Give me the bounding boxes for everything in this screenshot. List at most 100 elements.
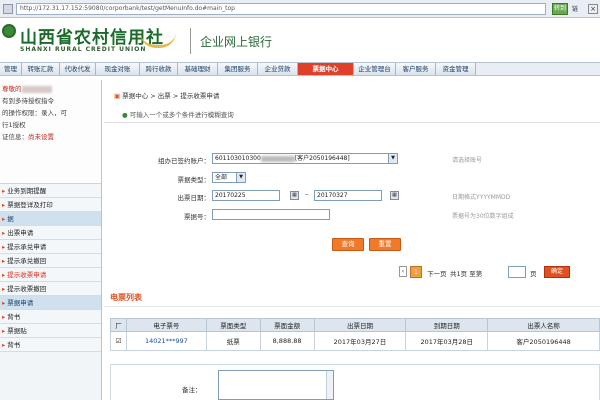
main-nav: 管理 转账汇款 代收代发 现金对账 跨行收款 基础理财 集团服务 企业贷款 票据中心 企业管理台客… xyxy=(0,62,600,76)
user-info-line: 的操作权限：录入，可 xyxy=(2,107,99,119)
chevron-right-icon: ▸ xyxy=(2,187,6,195)
date-to-input[interactable]: 20170327 xyxy=(314,190,382,201)
sidebar-menu-item[interactable]: ▸ 票据申请 xyxy=(0,296,101,310)
table-header-cell: 票面金额 xyxy=(259,318,315,332)
sidebar-menu-label: 票据贴 xyxy=(7,327,27,335)
sidebar-menu-item[interactable]: ▸ 票据贴 xyxy=(0,324,101,338)
user-info-text: 尊敬的 xyxy=(2,85,22,93)
billno-input[interactable] xyxy=(212,209,330,220)
nav-tab-2[interactable]: 代收代发 xyxy=(60,63,96,75)
nav-tab-9[interactable]: 企业管理台 xyxy=(354,63,396,75)
sidebar-menu: ▸ 业务到期提醒 ▸ 票据登详及打印 ▸ 据 ▸ 出票申请 ▸ 提示承兑申请 ▸ 提示承兑撤回 ▸ 提示收… xyxy=(0,184,101,352)
user-info-text: 的操作权限：录入，可 xyxy=(2,109,67,117)
page-unit: 页 xyxy=(530,270,537,278)
chevron-right-icon: ▸ xyxy=(2,341,6,349)
date-from-input[interactable]: 20170225 xyxy=(212,190,280,201)
table-row[interactable]: ☑ 14021***997 纸票 8,888.88 2017年03月27日 2017年03… xyxy=(110,331,600,351)
date-hint: 日期格式YYYYMMDD xyxy=(452,194,511,201)
sidebar-menu-item[interactable]: ▸ 出票申请 xyxy=(0,226,101,240)
table-header-cell[interactable]: 厂 xyxy=(110,318,127,332)
sidebar: 尊敬的 有到多待授权指令 的操作权限：录入，可 行1授权 证信息：尚未设置 ▸ 业务到期提… xyxy=(0,80,102,400)
sidebar-menu-item[interactable]: ▸ 提示收票申请 xyxy=(0,268,101,282)
chevron-down-icon[interactable]: ▼ xyxy=(388,154,397,163)
calendar-icon[interactable]: ▦ xyxy=(290,191,299,200)
next-page-link[interactable]: 下一页 xyxy=(427,268,447,278)
sidebar-menu-item[interactable]: ▸ 背书 xyxy=(0,338,101,352)
nav-tab-5[interactable]: 基础理财 xyxy=(178,63,218,75)
sidebar-menu-item[interactable]: ▸ 业务到期提醒 xyxy=(0,184,101,198)
nav-tab-4[interactable]: 跨行收款 xyxy=(140,63,178,75)
account-value: 601103010300 xyxy=(215,155,261,162)
go-button[interactable]: 转到 xyxy=(552,3,568,15)
table-cell-checked[interactable]: ☑ xyxy=(110,331,127,351)
nav-tab-7[interactable]: 企业贷款 xyxy=(258,63,298,75)
list-rule xyxy=(104,306,600,307)
sidebar-menu-item[interactable]: ▸ 票据登详及打印 xyxy=(0,198,101,212)
user-info-panel: 尊敬的 有到多待授权指令 的操作权限：录入，可 行1授权 证信息：尚未设置 xyxy=(0,80,101,184)
account-select[interactable]: 601103010300 [客户2050196448] ▼ xyxy=(212,153,398,164)
close-icon[interactable]: × xyxy=(588,4,598,14)
scrollbar[interactable] xyxy=(326,371,333,399)
prev-page-arrow-icon[interactable]: ‹ xyxy=(399,266,407,277)
bank-header: 山西省农村信用社 SHANXI RURAL CREDIT UNION 企业网上银… xyxy=(0,18,600,62)
table-header-cell: 出票人名称 xyxy=(487,318,600,332)
table-cell-type: 纸票 xyxy=(205,331,261,351)
url-input[interactable]: http://172.31.17.152:59080/corporbank/te… xyxy=(16,3,546,15)
sidebar-menu-item[interactable]: ▸ 背书 xyxy=(0,310,101,324)
masked-username xyxy=(21,85,52,93)
nav-tab-3[interactable]: 现金对账 xyxy=(96,63,140,75)
table-cell-issue-date: 2017年03月27日 xyxy=(313,331,407,351)
nav-tab-8[interactable]: 票据中心 xyxy=(298,63,354,75)
chevron-right-icon: ▸ xyxy=(2,299,6,307)
sidebar-menu-label: 票据申请 xyxy=(7,299,34,307)
table-header-cell: 票面类型 xyxy=(205,318,261,332)
table-header-cell: 出票日期 xyxy=(313,318,407,332)
sidebar-menu-item[interactable]: ▸ 提示收票撤回 xyxy=(0,282,101,296)
table-cell-amount: 8,888.88 xyxy=(259,331,315,351)
calendar-icon[interactable]: ▦ xyxy=(390,191,399,200)
sidebar-menu-label: 提示承兑申请 xyxy=(7,243,47,251)
account-label: 组办已签约账户： xyxy=(158,157,210,165)
chevron-right-icon: ▸ xyxy=(2,243,6,251)
user-info-line: 行1授权 xyxy=(2,119,99,131)
table-cell-bill-no[interactable]: 14021***997 xyxy=(125,331,207,351)
reset-button[interactable]: 重置 xyxy=(369,238,401,251)
query-button[interactable]: 查询 xyxy=(332,238,364,251)
account-hint: 请选择账号 xyxy=(452,157,483,164)
breadcrumb-bullet-icon: ▣ xyxy=(114,92,123,100)
chevron-right-icon: ▸ xyxy=(2,271,6,279)
user-info-line: 尊敬的 xyxy=(2,83,99,95)
user-info-suffix[interactable]: 尚未设置 xyxy=(28,133,54,141)
chevron-right-icon: ▸ xyxy=(2,285,6,293)
sidebar-menu-item[interactable]: ▸ 据 xyxy=(0,212,101,226)
total-pages-text: 共1页 至第 xyxy=(450,270,483,278)
sidebar-menu-label: 提示收票申请 xyxy=(7,271,47,279)
sidebar-menu-item[interactable]: ▸ 提示承兑申请 xyxy=(0,240,101,254)
user-info-text: 证信息： xyxy=(2,133,28,141)
remark-textarea[interactable] xyxy=(218,370,334,400)
nav-tab-1[interactable]: 转账汇款 xyxy=(22,63,60,75)
bank-logo-icon xyxy=(2,24,16,38)
current-page[interactable]: 1 xyxy=(410,266,422,278)
sidebar-menu-label: 背书 xyxy=(7,341,21,349)
query-tip-text: 可输入一个或多个条件进行模糊查询 xyxy=(129,111,234,119)
nav-tab-6[interactable]: 集团服务 xyxy=(218,63,258,75)
table-header-cell: 到期日期 xyxy=(405,318,489,332)
nav-tab-0[interactable]: 管理 xyxy=(0,63,22,75)
nav-tab-11[interactable]: 资金管理 xyxy=(436,63,476,75)
chevron-right-icon: ▸ xyxy=(2,215,6,223)
sidebar-menu-item[interactable]: ▸ 提示承兑撤回 xyxy=(0,254,101,268)
account-suffix: [客户2050196448] xyxy=(294,155,350,162)
nav-tab-10[interactable]: 客户服务 xyxy=(396,63,436,75)
goto-page-input[interactable] xyxy=(508,266,526,278)
user-info-line: 证信息：尚未设置 xyxy=(2,131,99,143)
row-checkbox[interactable]: ☑ xyxy=(116,337,122,345)
table-cell-drawer: 客户2050196448 xyxy=(487,331,600,351)
chevron-down-icon[interactable]: ▼ xyxy=(236,173,245,182)
goto-page-button[interactable]: 确定 xyxy=(544,266,570,278)
query-tip: ● 可输入一个或多个条件进行模糊查询 xyxy=(122,109,234,119)
browser-address-bar: http://172.31.17.152:59080/corporbank/te… xyxy=(0,0,600,18)
breadcrumb-text: 票据中心 > 出票 > 提示收票申请 xyxy=(122,92,220,100)
links-label[interactable]: 链 xyxy=(572,4,578,13)
type-select[interactable]: 全部 ▼ xyxy=(212,172,246,183)
